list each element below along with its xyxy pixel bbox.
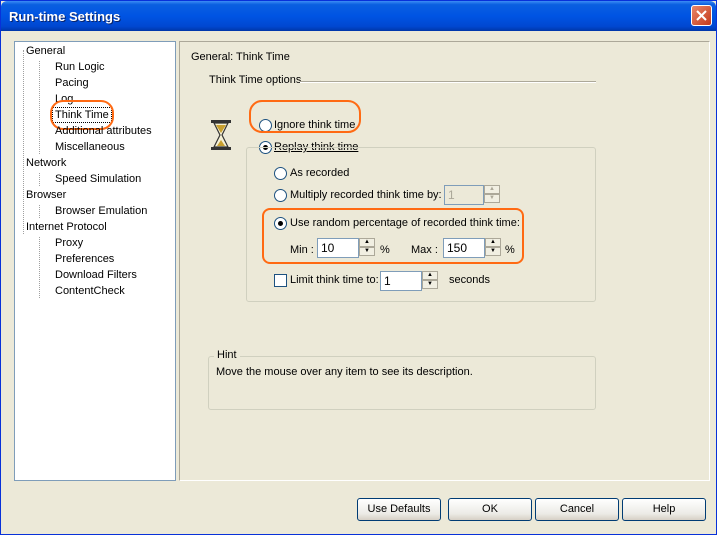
max-spinner[interactable]: ▲ ▼ [485,238,502,258]
max-label: Max : [411,244,438,256]
limit-input[interactable]: 1 [380,271,422,291]
tree-item-pacing[interactable]: Pacing [53,76,91,90]
tree-item-speed-simulation[interactable]: Speed Simulation [53,172,143,186]
tree-item-browser-emulation[interactable]: Browser Emulation [53,204,149,218]
tree-item-miscellaneous[interactable]: Miscellaneous [53,140,127,154]
random-percentage-radio[interactable] [274,217,287,230]
tree-item-internet-protocol[interactable]: Internet Protocol [24,220,109,234]
tree-item-general[interactable]: General [24,44,67,58]
cancel-button[interactable]: Cancel [535,498,619,521]
use-defaults-label: Use Defaults [367,503,431,515]
pane-title: General: Think Time [191,51,290,63]
hint-text: Move the mouse over any item to see its … [216,366,473,378]
close-button[interactable] [691,5,712,26]
multiply-spinner: ▲ ▼ [484,185,501,205]
multiply-radio[interactable] [274,189,287,202]
section-title: Think Time options [209,74,302,86]
limit-think-time-label[interactable]: Limit think time to: [290,274,379,286]
hourglass-icon [211,120,231,150]
tree-item-download-filters[interactable]: Download Filters [53,268,139,282]
use-defaults-button[interactable]: Use Defaults [357,498,441,521]
hint-group [208,356,596,410]
as-recorded-label[interactable]: As recorded [290,167,349,179]
cancel-label: Cancel [559,503,595,515]
random-percentage-label[interactable]: Use random percentage of recorded think … [290,217,520,229]
tree-item-proxy[interactable]: Proxy [53,236,85,250]
dialog-client: General Run Logic Pacing Log Think Time Addit… [4,31,713,531]
limit-spinner[interactable]: ▲ ▼ [422,271,439,291]
as-recorded-radio[interactable] [274,167,287,180]
ok-button[interactable]: OK [448,498,532,521]
think-time-pane: General: Think Time Think Time options I… [179,41,710,481]
tree-item-contentcheck[interactable]: ContentCheck [53,284,127,298]
tree-item-run-logic[interactable]: Run Logic [53,60,107,74]
tree-item-network[interactable]: Network [24,156,68,170]
ok-label: OK [482,503,498,515]
help-button[interactable]: Help [622,498,706,521]
max-percent-label: % [505,244,515,256]
hint-title: Hint [214,349,240,361]
tree-item-browser[interactable]: Browser [24,188,68,202]
min-input[interactable]: 10 [317,238,359,258]
title-bar[interactable]: Run-time Settings [1,1,716,31]
tree-connector [39,173,40,186]
min-spinner[interactable]: ▲ ▼ [359,238,376,258]
tree-connector [39,205,40,218]
tree-connector [23,50,24,234]
tree-connector [39,237,40,298]
max-input[interactable]: 150 [443,238,485,258]
window-title: Run-time Settings [9,9,121,24]
tree-item-preferences[interactable]: Preferences [53,252,116,266]
run-time-settings-window: Run-time Settings General Run Logic Pacing… [0,0,717,535]
help-label: Help [652,503,676,515]
multiply-label[interactable]: Multiply recorded think time by: [290,189,442,201]
min-percent-label: % [380,244,390,256]
close-icon [696,10,707,21]
tree-connector [39,61,40,154]
tree-item-additional-attributes[interactable]: Additional attributes [53,124,154,138]
section-separator [300,81,596,83]
limit-think-time-checkbox[interactable] [274,274,287,287]
seconds-label: seconds [449,274,490,286]
min-label: Min : [290,244,314,256]
replay-highlight [249,100,361,133]
multiply-input: 1 [444,185,484,205]
